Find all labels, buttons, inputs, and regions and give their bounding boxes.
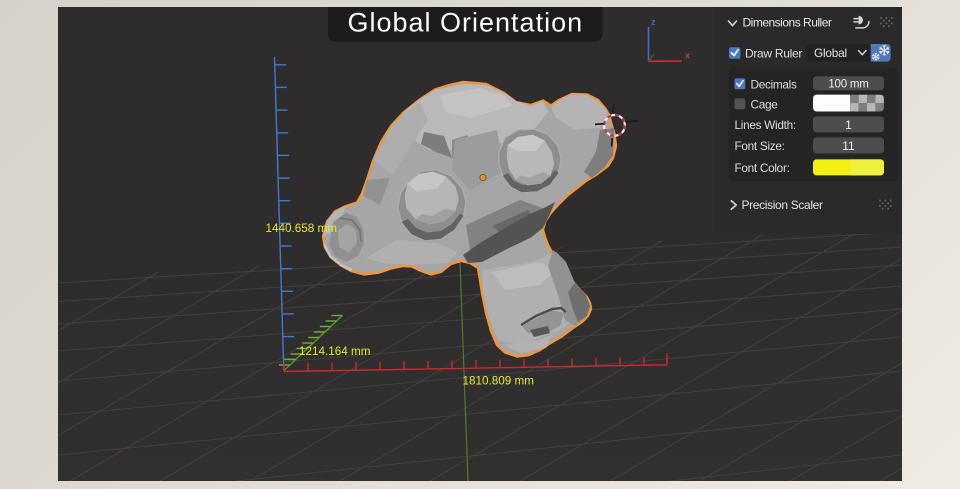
svg-text:1: 1 [845, 118, 852, 132]
svg-text:1810.809 mm: 1810.809 mm [463, 375, 534, 388]
svg-text:Lines Width:: Lines Width: [735, 118, 796, 132]
svg-text:x: x [685, 51, 690, 61]
svg-text:1440.658 mm: 1440.658 mm [266, 222, 337, 235]
svg-text:Precision Scaler: Precision Scaler [742, 198, 823, 212]
svg-text:Dimensions Ruller: Dimensions Ruller [743, 16, 832, 30]
svg-text:Font Size:: Font Size: [735, 139, 785, 153]
svg-text:100 mm: 100 mm [828, 79, 868, 91]
svg-text:Draw Ruler: Draw Ruler [745, 46, 802, 60]
svg-text:Global: Global [814, 46, 847, 60]
svg-text:z: z [651, 17, 656, 27]
svg-text:11: 11 [842, 139, 855, 153]
svg-text:Global Orientation: Global Orientation [347, 8, 583, 38]
svg-text:Cage: Cage [751, 97, 779, 111]
svg-text:1214.164 mm: 1214.164 mm [299, 345, 370, 358]
svg-text:Decimals: Decimals [751, 77, 798, 91]
svg-text:Font Color:: Font Color: [735, 161, 790, 175]
